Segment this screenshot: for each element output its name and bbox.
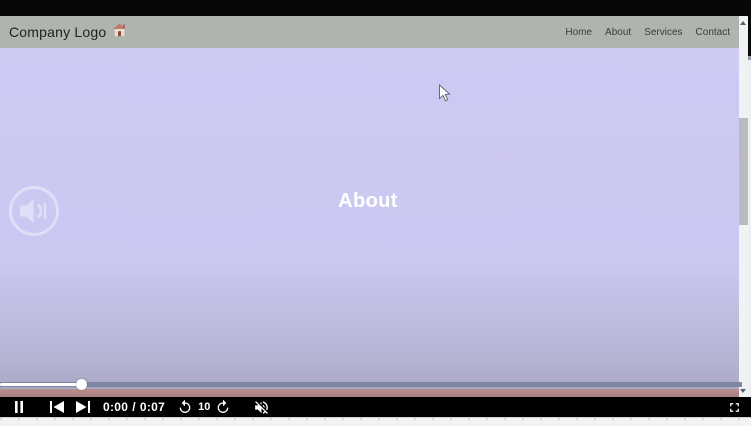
page-scrollbar[interactable] [739,16,748,397]
video-frame[interactable]: Company Logo Home About Services Contact [0,16,751,397]
recorded-webpage: Company Logo Home About Services Contact [0,16,739,397]
mouse-cursor-icon [438,83,451,108]
page-title: About [338,190,398,212]
skip-previous-icon [49,400,65,414]
nav-link-contact[interactable]: Contact [696,27,730,38]
volume-muted-icon [253,399,270,416]
nav-links: Home About Services Contact [565,27,730,38]
seek-bar[interactable] [0,379,742,390]
brand[interactable]: Company Logo [9,23,127,42]
nav-link-about[interactable]: About [605,27,631,38]
previous-frame-button[interactable] [49,400,65,414]
rewind-10-button[interactable] [177,399,193,415]
fullscreen-button[interactable] [727,400,742,415]
page-footer-strip [0,389,739,397]
mute-button[interactable] [253,399,270,416]
skip-seconds-label: 10 [198,401,211,413]
time-current: 0:00 [103,400,129,414]
time-duration: 0:07 [139,400,166,414]
time-separator: / [132,400,136,414]
site-navbar: Company Logo Home About Services Contact [0,16,739,48]
time-display: 0:00 / 0:07 [103,400,165,414]
rotate-right-icon [215,399,231,415]
rotate-left-icon [177,399,193,415]
speaker-audio-icon [7,184,61,238]
fullscreen-icon [727,400,742,415]
pause-icon [13,400,25,414]
nav-link-home[interactable]: Home [565,27,592,38]
page-content: About [0,48,739,397]
house-icon [112,23,127,42]
nav-link-services[interactable]: Services [644,27,682,38]
seek-handle[interactable] [76,379,87,390]
below-player-strip [0,417,751,426]
skip-next-icon [75,400,91,414]
scroll-down-arrow-icon[interactable] [740,389,746,393]
player-controls-bar: 0:00 / 0:07 10 [0,397,751,417]
scroll-up-arrow-icon[interactable] [740,21,746,25]
forward-10-button[interactable] [215,399,231,415]
next-frame-button[interactable] [75,400,91,414]
pause-button[interactable] [13,400,25,414]
seek-progress [0,383,78,386]
brand-label: Company Logo [9,24,107,40]
scrollbar-thumb[interactable] [739,118,748,225]
player-top-bar [0,0,751,16]
